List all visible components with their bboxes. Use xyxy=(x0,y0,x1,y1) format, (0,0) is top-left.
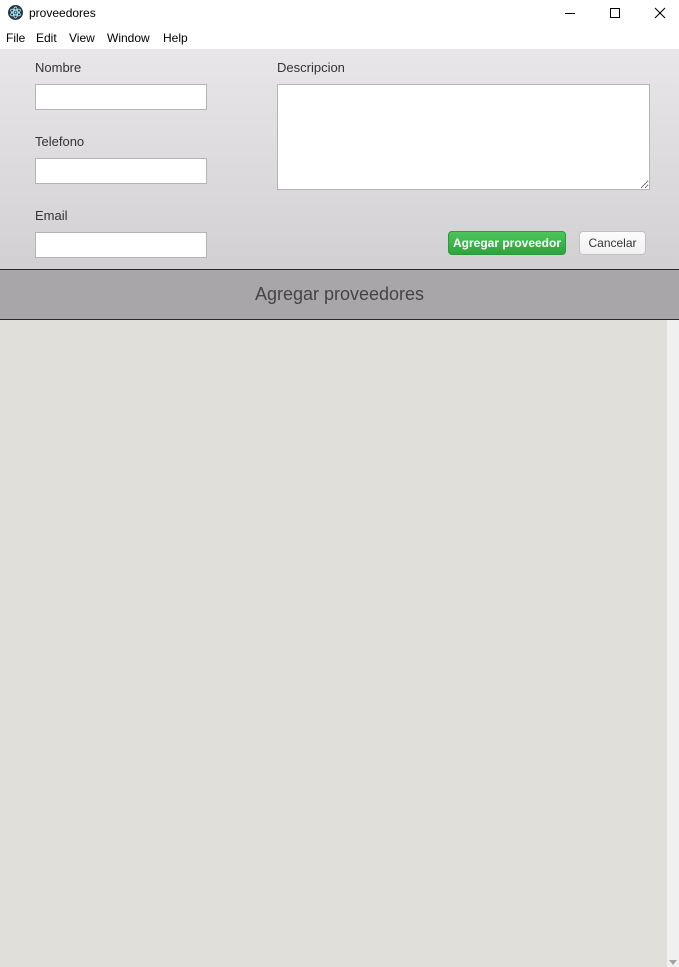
electron-atom-icon xyxy=(8,5,23,20)
maximize-icon xyxy=(610,8,620,18)
menu-view[interactable]: View xyxy=(69,31,95,45)
telefono-input[interactable] xyxy=(35,158,207,184)
maximize-button[interactable] xyxy=(592,0,638,26)
descripcion-label: Descripcion xyxy=(277,60,345,75)
vertical-scrollbar[interactable] xyxy=(667,320,679,967)
section-header: Agregar proveedores xyxy=(0,269,679,320)
telefono-label: Telefono xyxy=(35,134,85,149)
providers-list-area xyxy=(0,320,667,967)
email-label: Email xyxy=(35,208,68,223)
scroll-down-arrow-icon[interactable] xyxy=(669,960,677,965)
section-title: Agregar proveedores xyxy=(254,284,425,304)
menu-bar: File Edit View Window Help xyxy=(0,28,679,48)
nombre-label: Nombre xyxy=(35,60,82,75)
minimize-icon xyxy=(565,13,575,14)
nombre-input[interactable] xyxy=(35,84,207,110)
add-provider-button[interactable]: Agregar proveedor xyxy=(448,231,566,255)
title-bar: proveedores xyxy=(0,0,679,26)
close-button[interactable] xyxy=(637,0,679,26)
cancel-button[interactable]: Cancelar xyxy=(579,231,646,255)
minimize-button[interactable] xyxy=(547,0,593,26)
menu-edit[interactable]: Edit xyxy=(36,31,57,45)
email-input[interactable] xyxy=(35,232,207,258)
menu-window[interactable]: Window xyxy=(107,31,150,45)
menu-help[interactable]: Help xyxy=(163,31,188,45)
menu-file[interactable]: File xyxy=(6,31,25,45)
provider-form: Nombre Telefono Email Descripcion Agrega… xyxy=(0,49,679,269)
window-title: proveedores xyxy=(29,6,96,20)
descripcion-textarea[interactable] xyxy=(277,84,650,190)
close-icon xyxy=(654,7,666,19)
